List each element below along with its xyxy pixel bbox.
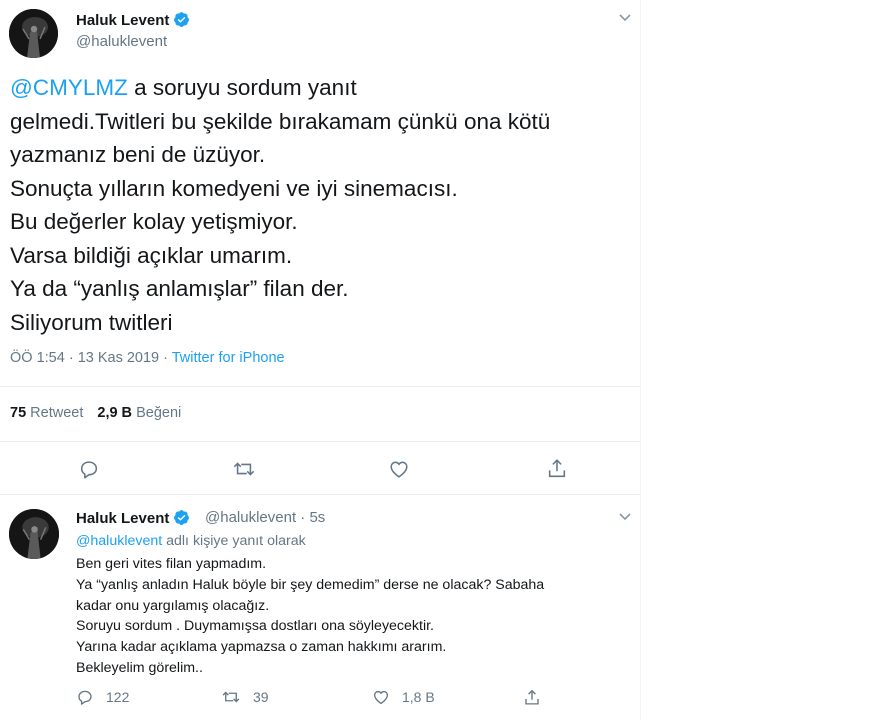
chevron-down-icon[interactable] — [618, 12, 632, 24]
like-count: 1,8 B — [402, 689, 435, 705]
retweet-count: 75 — [10, 405, 27, 421]
share-icon[interactable] — [546, 457, 568, 480]
divider — [0, 441, 640, 442]
tweet-panel: Haluk Levent @haluklevent @CMYLMZ a soru… — [0, 0, 640, 720]
tweet-line: Bu değerler kolay yetişmiyor. — [10, 209, 298, 234]
author-avatar[interactable] — [9, 9, 58, 58]
divider — [0, 494, 640, 495]
tweet-line: @CMYLMZ a soruyu sordum yanıt — [10, 71, 620, 105]
chevron-down-icon[interactable] — [618, 511, 632, 523]
tweet-line: yazmanız beni de üzüyor. — [10, 142, 266, 167]
tweet-line-text: a soruyu sordum yanıt — [127, 75, 357, 100]
reply-icon[interactable] — [78, 458, 100, 480]
tweet-line: Siliyorum twitleri — [10, 309, 173, 335]
tweet-line: Varsa bildiği açıklar umarım. — [10, 242, 293, 268]
tweet-line: Ya da “yanlış anlamışlar” filan der. — [10, 276, 349, 301]
panel-edge — [640, 0, 641, 720]
verified-badge-icon — [174, 510, 190, 525]
reply-line: Ben geri vites filan yapmadım. — [76, 556, 267, 572]
replying-mention[interactable]: @haluklevent — [76, 533, 162, 549]
tweet-mention[interactable]: @CMYLMZ — [10, 75, 128, 100]
reply-line: kadar onu yargılamış olacağız. — [76, 597, 270, 614]
share-icon — [525, 689, 539, 705]
retweet-label: Retweet — [30, 405, 84, 421]
tweet-text: @CMYLMZ a soruyu sordum yanıt gelmedi.Tw… — [10, 71, 620, 339]
author-name[interactable]: Haluk Levent — [76, 11, 190, 29]
tweet-timestamp[interactable]: ÖÖ 1:54 · 13 Kas 2019 · — [10, 350, 172, 366]
reply-action-retweet[interactable]: 39 — [221, 688, 269, 706]
retweet-icon[interactable] — [232, 458, 256, 480]
reply-action-share[interactable] — [523, 688, 541, 707]
tweet-line: Sonuçta yılların komedyeni ve iyi sinema… — [10, 175, 458, 201]
reply-action-like[interactable]: 1,8 B — [372, 688, 435, 706]
author-handle[interactable]: @haluklevent — [76, 33, 167, 50]
reply-author-handle[interactable]: @haluklevent · 5s — [205, 509, 325, 526]
reply-line: Bekleyelim görelim.. — [76, 659, 203, 676]
replying-suffix: adlı kişiye yanıt olarak — [162, 533, 306, 549]
reply-author-name[interactable]: Haluk Levent — [76, 509, 190, 527]
reply-line: Ya “yanlış anladın Haluk böyle bir şey d… — [76, 576, 545, 593]
retweet-count: 39 — [253, 689, 269, 705]
tweet-stats: 75 Retweet 2,9 B Beğeni — [10, 405, 181, 421]
like-label: Beğeni — [136, 405, 182, 421]
reply-text: Ben geri vites filan yapmadım. Ya “yanlı… — [76, 554, 616, 679]
reply-line: Yarına kadar açıklama yapmazsa o zaman h… — [76, 639, 447, 656]
tweet-line: gelmedi.Twitleri bu şekilde bırakamam çü… — [10, 108, 551, 134]
reply-author-name-text[interactable]: Haluk Levent — [76, 510, 169, 527]
reply-author-avatar[interactable] — [9, 509, 59, 559]
retweet-stat[interactable]: 75 Retweet — [10, 405, 83, 421]
tweet-source-link[interactable]: Twitter for iPhone — [172, 350, 285, 366]
author-name-text[interactable]: Haluk Levent — [76, 12, 169, 29]
like-icon[interactable] — [388, 458, 410, 480]
like-count: 2,9 B — [97, 405, 133, 421]
retweet-icon — [222, 691, 240, 703]
divider — [0, 386, 640, 387]
like-icon — [373, 690, 389, 705]
reply-count: 122 — [106, 689, 130, 705]
tweet-meta: ÖÖ 1:54 · 13 Kas 2019 · Twitter for iPho… — [10, 350, 285, 366]
reply-line: Soruyu sordum . Duymamışsa dostları ona … — [76, 618, 434, 635]
verified-badge-icon — [174, 12, 190, 27]
reply-time[interactable]: · 5s — [300, 509, 325, 526]
reply-icon — [78, 690, 92, 705]
reply-action-reply[interactable]: 122 — [76, 688, 129, 706]
like-stat[interactable]: 2,9 B Beğeni — [97, 405, 181, 421]
replying-to: @haluklevent adlı kişiye yanıt olarak — [76, 533, 306, 549]
reply-handle-text[interactable]: @haluklevent — [205, 509, 296, 526]
